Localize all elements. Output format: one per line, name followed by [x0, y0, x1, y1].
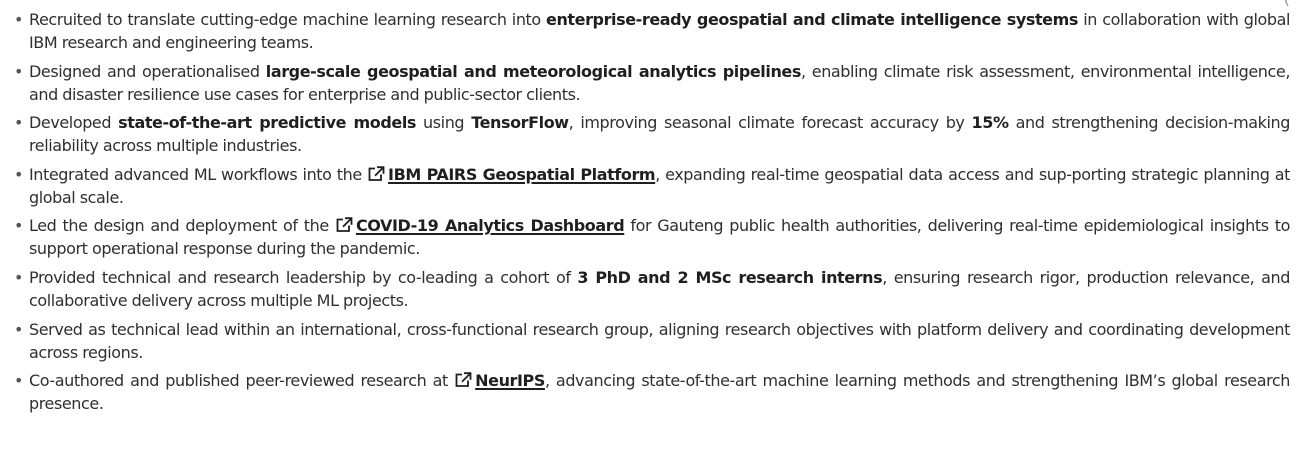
bullet-dot: •: [14, 61, 24, 81]
bullet-text: Led the design and deployment of the: [29, 216, 335, 236]
bullet-emphasis: 3 PhD and 2 MSc research interns: [577, 267, 883, 287]
bullet-item-pipelines: • Designed and operationalised large-sca…: [14, 60, 1290, 106]
bullet-emphasis: state-of-the-art predictive models: [118, 113, 417, 133]
bullet-text: Developed: [29, 113, 119, 133]
link-label: COVID-19 Analytics Dashboard: [355, 216, 625, 236]
bullet-item-covid-dashboard: • Led the design and deployment of the C…: [14, 214, 1290, 260]
bullet-text: Provided technical and research leadersh…: [29, 267, 578, 287]
bullet-text: , improving seasonal climate forecast ac…: [568, 113, 972, 133]
covid-dashboard-link[interactable]: COVID-19 Analytics Dashboard: [335, 216, 625, 236]
bullet-item-neurips: • Co-authored and published peer-reviewe…: [14, 369, 1290, 415]
bullet-emphasis: 15%: [971, 113, 1009, 133]
bullet-dot: •: [14, 113, 24, 133]
corner-parenthesis: (: [1283, 0, 1290, 8]
bullet-item-predictive-models: • Developed state-of-the-art predictive …: [14, 111, 1290, 157]
external-link-icon: [367, 166, 385, 182]
resume-page: ( • Recruited to translate cutting-edge …: [0, 0, 1299, 473]
bullet-text: using: [416, 113, 472, 133]
bullet-dot: •: [14, 319, 24, 339]
bullet-dot: •: [14, 10, 24, 29]
bullet-item-recruited: • Recruited to translate cutting-edge ma…: [14, 8, 1290, 54]
bullet-dot: •: [14, 216, 24, 236]
bullet-emphasis: enterprise-ready geospatial and climate …: [546, 10, 1078, 29]
bullet-item-pairs-platform: • Integrated advanced ML workflows into …: [14, 163, 1290, 209]
external-link-icon: [454, 372, 472, 388]
bullet-dot: •: [14, 371, 24, 391]
bullet-text: Recruited to translate cutting-edge mach…: [29, 10, 547, 29]
bullet-emphasis: large-scale geospatial and meteorologica…: [265, 61, 802, 81]
bullet-item-technical-lead: • Served as technical lead within an int…: [14, 318, 1290, 364]
external-link-icon: [335, 217, 353, 233]
bullet-text: Designed and operationalised: [29, 61, 266, 81]
bullet-text: Served as technical lead within an inter…: [29, 319, 1290, 362]
neurips-link[interactable]: NeurIPS: [454, 371, 545, 390]
link-label: IBM PAIRS Geospatial Platform: [388, 164, 656, 184]
bullet-text: Co-authored and published peer-reviewed …: [29, 371, 455, 391]
bullet-dot: •: [14, 164, 24, 184]
bullet-item-leadership: • Provided technical and research leader…: [14, 266, 1290, 312]
bullet-dot: •: [14, 267, 24, 287]
experience-bullet-list: • Recruited to translate cutting-edge ma…: [14, 8, 1290, 421]
bullet-text: Integrated advanced ML workflows into th…: [29, 164, 368, 184]
ibm-pairs-link[interactable]: IBM PAIRS Geospatial Platform: [367, 164, 656, 184]
bullet-emphasis: TensorFlow: [471, 113, 569, 133]
link-label: NeurIPS: [475, 371, 545, 391]
